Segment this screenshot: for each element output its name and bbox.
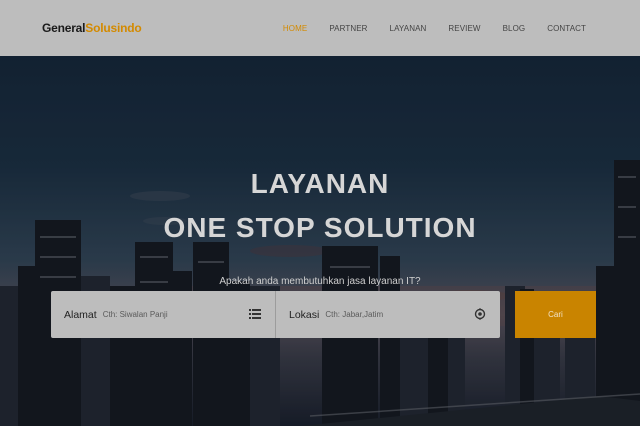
address-field[interactable]: Alamat [51,291,275,338]
hero-section: LAYANAN ONE STOP SOLUTION Apakah anda me… [0,56,640,426]
search-button[interactable]: Cari [515,291,596,338]
address-label: Alamat [64,308,97,321]
search-bar: Alamat Lokasi [51,291,500,338]
location-label: Lokasi [289,308,320,321]
nav-partner[interactable]: PARTNER [329,24,367,33]
nav-review[interactable]: REVIEW [448,24,480,33]
nav-home[interactable]: HOME [283,24,307,33]
nav-blog[interactable]: BLOG [503,24,526,33]
list-icon[interactable] [249,308,261,320]
location-field[interactable]: Lokasi [275,291,500,338]
location-pin-icon[interactable] [474,308,486,320]
main-nav: HOME PARTNER LAYANAN REVIEW BLOG CONTACT [261,24,586,33]
nav-layanan[interactable]: LAYANAN [390,24,427,33]
navbar: GeneralSolusindo HOME PARTNER LAYANAN RE… [0,0,640,56]
brand-logo[interactable]: GeneralSolusindo [42,21,142,35]
hero-subtitle: Apakah anda membutuhkan jasa layanan IT? [219,276,421,287]
nav-contact[interactable]: CONTACT [547,24,586,33]
hero-title-line2: ONE STOP SOLUTION [163,212,477,243]
address-input[interactable] [102,310,233,319]
brand-name-part2: Solusindo [85,21,142,35]
hero-title-line1: LAYANAN [250,168,390,199]
location-input[interactable] [325,310,456,319]
brand-name-part1: General [42,21,86,35]
